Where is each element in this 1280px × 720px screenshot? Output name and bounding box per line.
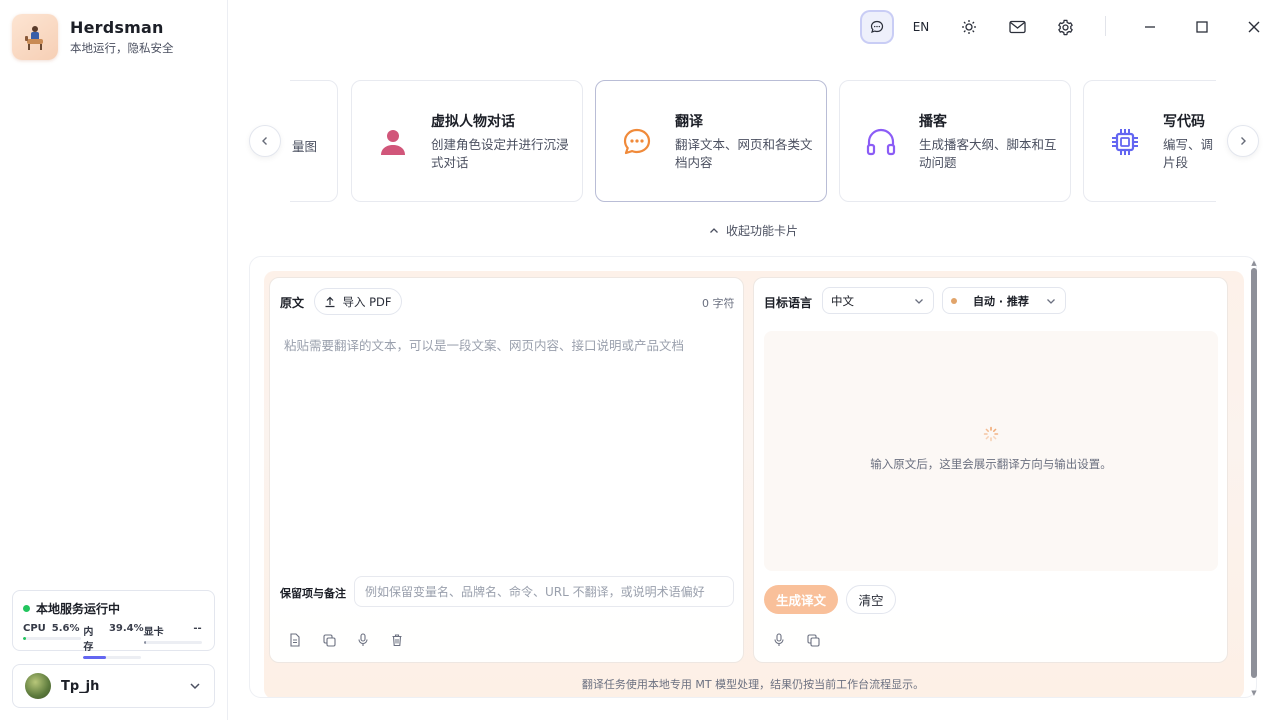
theme-toggle[interactable] [954, 12, 984, 42]
scroll-up-arrow[interactable]: ▲ [1250, 259, 1258, 267]
gpu-bar [143, 641, 146, 644]
trash-icon[interactable] [389, 632, 405, 648]
scrollbar-thumb[interactable] [1251, 268, 1257, 678]
herdsman-logo-icon [25, 26, 43, 50]
upload-icon [325, 296, 335, 307]
feature-card-code[interactable]: 写代码 编写、调片段 [1083, 80, 1216, 202]
mail-icon [1008, 20, 1026, 34]
card-title: 虚拟人物对话 [431, 114, 515, 130]
mail-button[interactable] [1002, 12, 1032, 42]
chevron-left-icon [262, 137, 267, 145]
import-pdf-label: 导入 PDF [342, 294, 392, 309]
microphone-icon[interactable] [355, 632, 371, 648]
settings-button[interactable] [1050, 12, 1080, 42]
chat-bubble-icon [622, 127, 652, 157]
chat-bubble-icon [870, 20, 884, 33]
footer-note: 翻译任务使用本地专用 MT 模型处理，结果仍按当前工作台流程显示。 [581, 678, 925, 691]
card-desc: 编写、调片段 [1163, 137, 1214, 170]
chat-button[interactable] [862, 12, 892, 42]
service-status-card: 本地服务运行中 CPU 5.6% 内存 39.4% 显卡 -- [12, 590, 215, 659]
brand-logo [12, 14, 58, 60]
copy-icon[interactable] [321, 632, 337, 648]
memory-value: 39.4% [108, 623, 144, 634]
maximize-icon [1196, 21, 1208, 33]
cards-next-button[interactable] [1227, 125, 1259, 157]
user-menu[interactable]: Tp_jh [12, 664, 215, 708]
cpu-value: 5.6% [51, 623, 80, 634]
gpu-label: 显卡 [143, 627, 164, 638]
document-icon[interactable] [287, 632, 303, 648]
chevron-down-icon [1047, 298, 1055, 304]
gpu-metric: 显卡 -- [143, 623, 204, 659]
avatar [25, 673, 51, 699]
target-language-value: 中文 [831, 293, 854, 308]
mode-select[interactable]: 自动 · 推荐 [942, 287, 1066, 314]
card-title: 播客 [919, 114, 947, 130]
loading-spinner-icon [983, 426, 999, 442]
feature-card-podcast[interactable]: 播客 生成播客大纲、脚本和互动问题 [839, 80, 1071, 202]
memory-metric: 内存 39.4% [83, 623, 144, 659]
import-pdf-button[interactable]: 导入 PDF [314, 288, 402, 315]
user-name: Tp_jh [61, 678, 100, 694]
minimize-icon [1145, 26, 1155, 28]
brand-title: Herdsman [70, 18, 164, 37]
headphones-icon [866, 127, 896, 157]
translation-output-area [764, 331, 1218, 571]
sun-icon [962, 20, 976, 34]
empty-state-hint: 输入原文后，这里会展示翻译方向与输出设置。 [870, 457, 1112, 471]
card-title: 写代码 [1163, 114, 1205, 130]
gpu-value: -- [193, 623, 202, 634]
copy-icon[interactable] [805, 632, 821, 648]
mode-dot-icon [951, 297, 957, 304]
notes-label: 保留项与备注 [280, 587, 346, 600]
chevron-up-icon [710, 227, 718, 233]
cards-prev-button[interactable] [249, 125, 281, 157]
collapse-cards-label: 收起功能卡片 [726, 224, 799, 238]
cpu-bar [23, 637, 27, 640]
chevron-right-icon [1241, 137, 1246, 145]
card-desc: 创建角色设定并进行沉浸式对话 [431, 137, 569, 170]
generate-translation-button[interactable]: 生成译文 [764, 585, 838, 614]
feature-card-partial[interactable]: 量图 [290, 80, 338, 202]
card-desc: 生成播客大纲、脚本和互动问题 [919, 137, 1057, 170]
notes-input[interactable]: 例如保留变量名、品牌名、命令、URL 不翻译，或说明术语偏好 [354, 576, 734, 607]
sidebar: Herdsman 本地运行，隐私安全 本地服务运行中 CPU 5.6% 内存 39.… [0, 0, 228, 720]
card-desc: 翻译文本、网页和各类文档内容 [675, 137, 813, 170]
close-button[interactable] [1239, 12, 1269, 42]
target-language-label: 目标语言 [764, 296, 813, 310]
source-textarea[interactable]: 粘贴需要翻译的文本，可以是一段文案、网页内容、接口说明或产品文档 [284, 335, 684, 354]
brand-subtitle: 本地运行，隐私安全 [70, 41, 174, 55]
status-dot-icon [23, 605, 30, 612]
toolbar-divider [1105, 16, 1106, 36]
feature-card-roleplay[interactable]: 虚拟人物对话 创建角色设定并进行沉浸式对话 [351, 80, 583, 202]
clear-button[interactable]: 清空 [846, 585, 896, 614]
chip-icon [1110, 127, 1140, 157]
gear-icon [1057, 19, 1073, 35]
feature-cards: 量图 虚拟人物对话 创建角色设定并进行沉浸式对话 翻译 翻译文本、网页和各类文档… [290, 80, 1216, 202]
cpu-metric: CPU 5.6% [23, 623, 83, 659]
brand: Herdsman 本地运行，隐私安全 [12, 14, 174, 60]
memory-label: 内存 [83, 627, 94, 653]
card-partial-desc: 量图 [292, 139, 318, 154]
service-status-label: 本地服务运行中 [36, 602, 121, 616]
chevron-down-icon [915, 298, 923, 304]
close-icon [1248, 21, 1260, 33]
feature-card-translate[interactable]: 翻译 翻译文本、网页和各类文档内容 [595, 80, 827, 202]
language-toggle[interactable]: EN [906, 12, 936, 42]
person-icon [378, 127, 408, 157]
collapse-cards-toggle[interactable]: 收起功能卡片 [708, 222, 798, 239]
source-label: 原文 [280, 296, 305, 310]
minimize-button[interactable] [1135, 12, 1165, 42]
cpu-label: CPU [23, 623, 46, 634]
char-count: 0 字符 [702, 297, 735, 310]
mode-value: 自动 · 推荐 [973, 294, 1029, 308]
memory-bar [83, 656, 107, 659]
maximize-button[interactable] [1187, 12, 1217, 42]
target-language-select[interactable]: 中文 [822, 287, 934, 314]
chevron-down-icon [190, 683, 200, 690]
microphone-icon[interactable] [771, 632, 787, 648]
card-title: 翻译 [675, 114, 703, 130]
